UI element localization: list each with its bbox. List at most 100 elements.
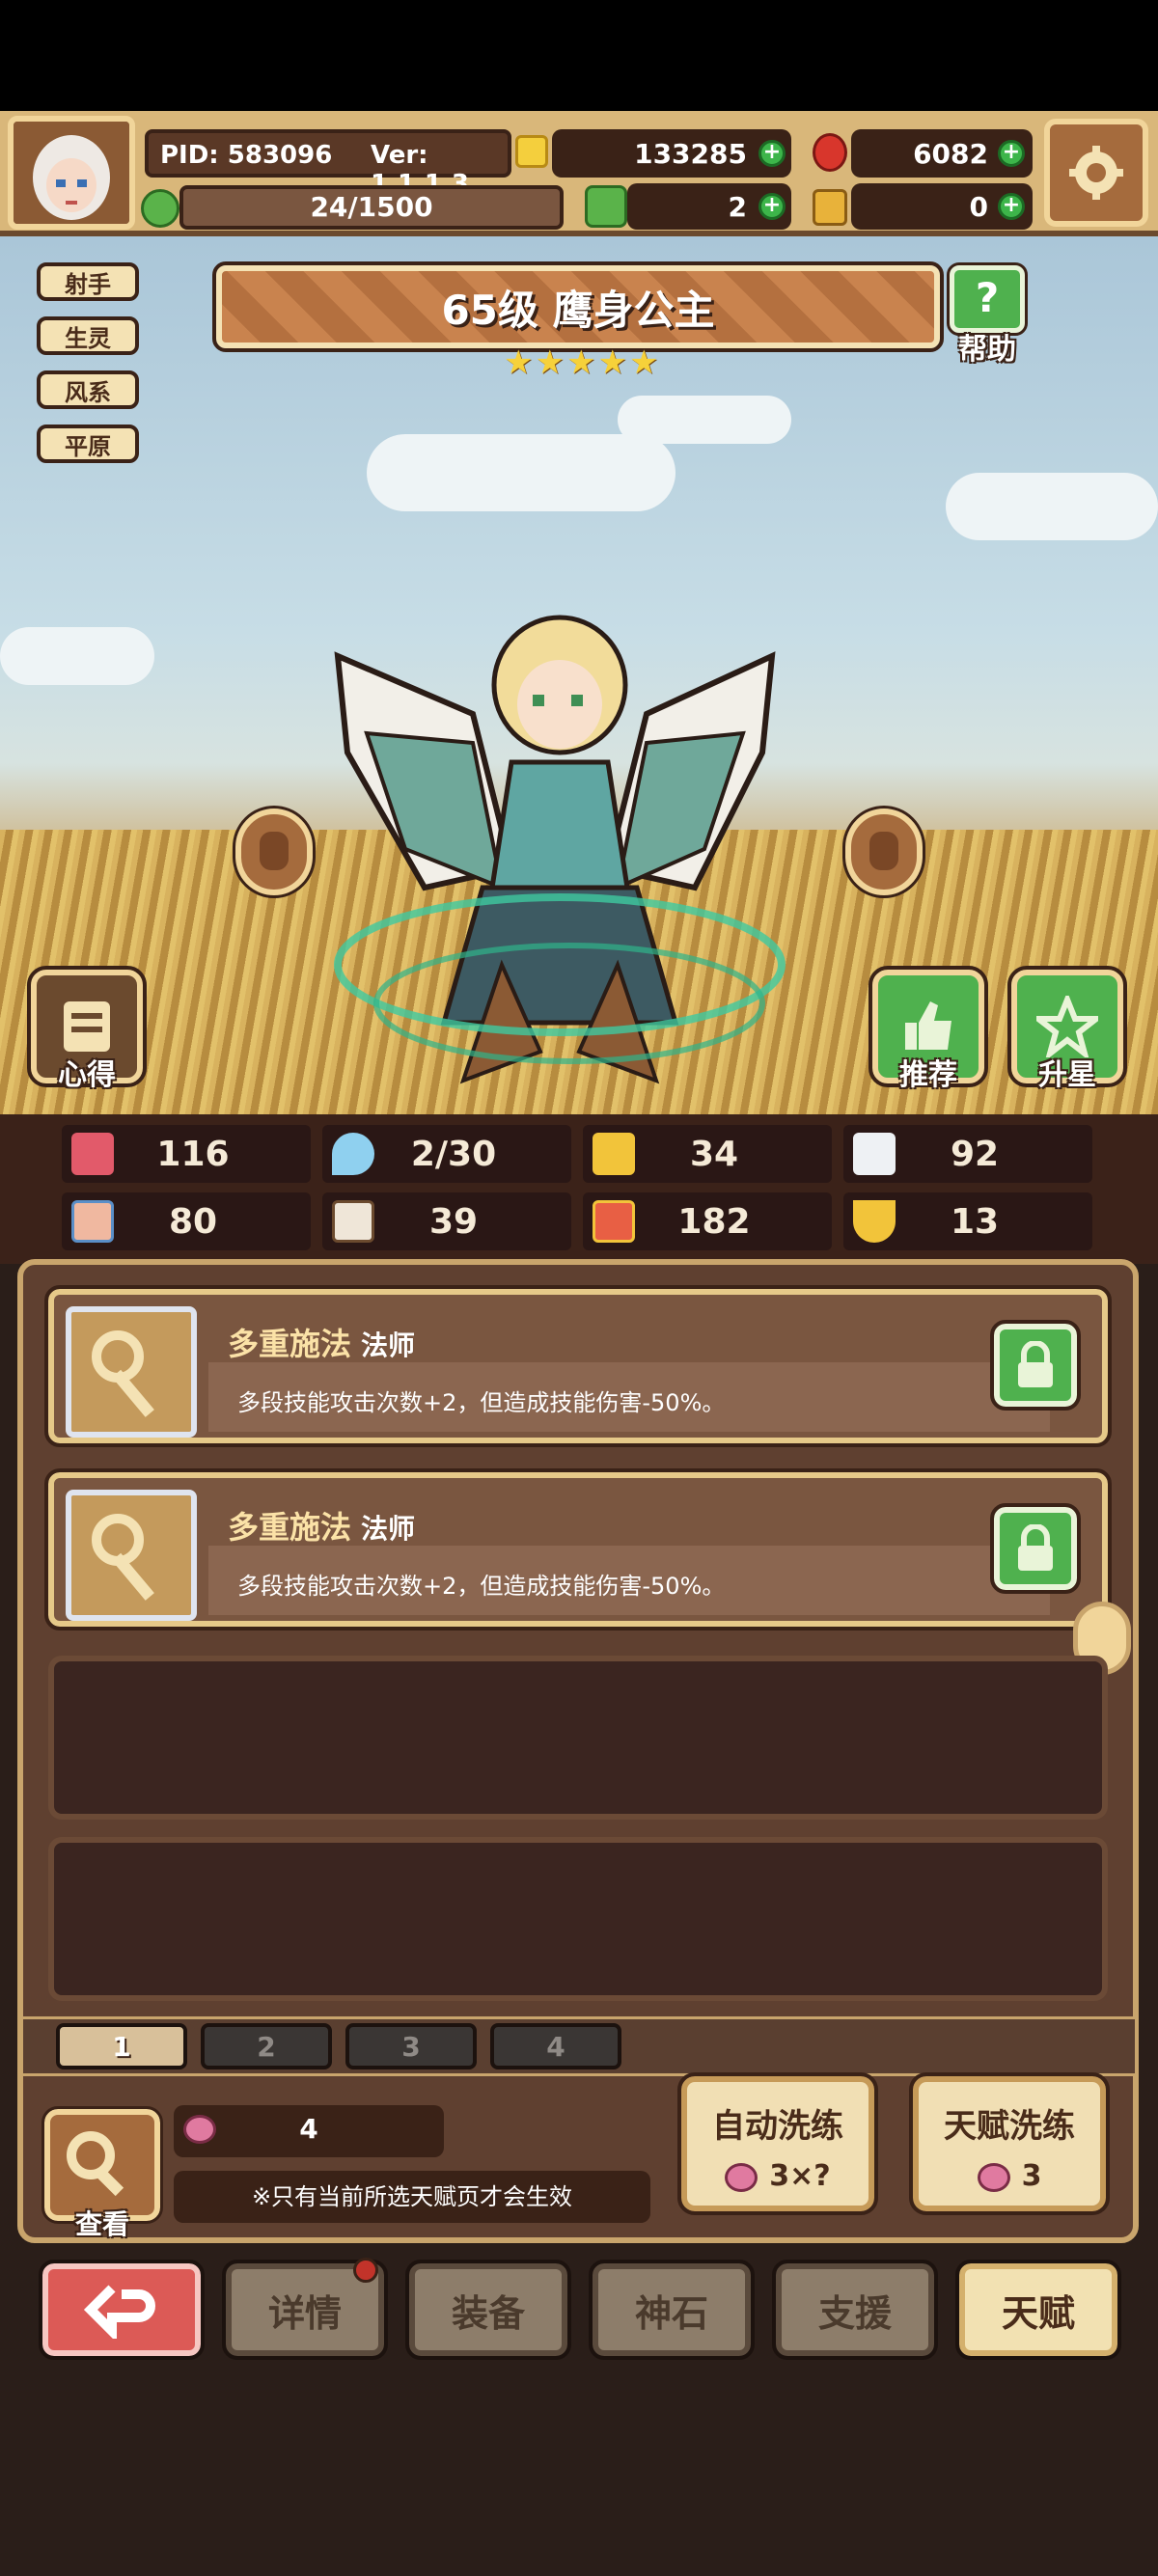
page-tab-2[interactable]: 2: [201, 2023, 332, 2069]
left-arrow-icon: [260, 832, 289, 870]
stat-defense: 34: [583, 1125, 832, 1183]
book-icon: [332, 1200, 374, 1243]
boot-icon: [593, 1200, 635, 1243]
nav-label: 神石: [634, 2291, 708, 2335]
talent-description: 多段技能攻击次数+2，但造成技能伤害-50%。: [237, 1389, 726, 1416]
key-icon: [813, 189, 847, 226]
tag-label: 风系: [65, 378, 111, 406]
talent-title: 多重施法 法师: [228, 1503, 415, 1548]
settings-button[interactable]: [1044, 119, 1148, 227]
stat-value: 182: [677, 1201, 751, 1242]
ruby-gem-icon: [813, 133, 847, 172]
stat-agility: 92: [843, 1125, 1092, 1183]
water-drop-icon: [332, 1133, 374, 1175]
stat-speed: 182: [583, 1192, 832, 1250]
tag-label: 生灵: [65, 324, 111, 352]
cloud: [367, 434, 676, 511]
tag-plains: 平原: [37, 425, 139, 463]
talent-refine-button[interactable]: 天赋洗练 3: [909, 2072, 1110, 2215]
add-clover-button[interactable]: +: [758, 193, 786, 220]
help-label: 帮助: [958, 333, 1016, 367]
talent-class: 法师: [361, 1329, 416, 1361]
star-icon: ★: [535, 343, 565, 382]
question-icon: ?: [947, 262, 1028, 336]
harpy-princess-sprite: [334, 615, 786, 1084]
lock-talent-button[interactable]: [990, 1503, 1081, 1594]
lock-icon: [1018, 1524, 1053, 1571]
back-arrow-icon: [83, 2285, 155, 2339]
cloud: [618, 396, 791, 444]
heart-icon: [71, 1133, 114, 1175]
shield-icon: [593, 1133, 635, 1175]
tag-creature: 生灵: [37, 316, 139, 355]
magic-staff-icon: [92, 1330, 154, 1417]
tag-wind: 风系: [37, 370, 139, 409]
prev-hero-button[interactable]: [233, 806, 316, 898]
peach-counter: 4: [174, 2105, 444, 2157]
nav-equip[interactable]: 装备: [405, 2260, 571, 2360]
talent-name: 多重施法: [228, 1509, 352, 1546]
page-tab-label: 3: [401, 2030, 421, 2063]
page-tab-label: 2: [257, 2030, 276, 2063]
talent-description: 多段技能攻击次数+2，但造成技能伤害-50%。: [237, 1573, 726, 1600]
stat-value: 2/30: [410, 1134, 497, 1174]
stat-value: 80: [168, 1201, 218, 1242]
stamina-value: 24/1500: [310, 191, 433, 223]
star-up-button[interactable]: 升星: [1007, 966, 1127, 1092]
add-key-button[interactable]: +: [998, 193, 1025, 220]
insight-label: 心得: [58, 1058, 116, 1092]
insight-button[interactable]: 心得: [27, 966, 147, 1092]
magnet-icon: [853, 1200, 896, 1243]
notification-dot: [353, 2258, 378, 2283]
clover-amount: 2: [728, 190, 747, 223]
gold-amount: 133285: [634, 137, 747, 170]
talent-slot-2[interactable]: 多重施法 法师 多段技能攻击次数+2，但造成技能伤害-50%。: [44, 1468, 1112, 1631]
recommend-button[interactable]: 推荐: [868, 966, 988, 1092]
page-tab-3[interactable]: 3: [345, 2023, 477, 2069]
lock-icon: [1018, 1341, 1053, 1387]
cloud: [946, 473, 1158, 540]
page-tab-1[interactable]: 1: [56, 2023, 187, 2069]
star-icon: ★: [504, 343, 534, 382]
stat-value: 13: [950, 1201, 1000, 1242]
talent-icon-frame: [66, 1306, 197, 1438]
nav-talent[interactable]: 天赋: [955, 2260, 1121, 2360]
talent-refine-label: 天赋洗练: [944, 2107, 1075, 2146]
recommend-label: 推荐: [899, 1058, 957, 1092]
pid-version-box: PID: 583096 Ver: 1.1.1.3: [145, 129, 511, 199]
page-tab-4[interactable]: 4: [490, 2023, 621, 2069]
nav-label: 天赋: [1001, 2291, 1075, 2335]
talent-refine-cost-value: 3: [1021, 2159, 1042, 2193]
stat-magic: 39: [322, 1192, 571, 1250]
add-gold-button[interactable]: +: [758, 140, 786, 167]
nav-stone[interactable]: 神石: [589, 2260, 755, 2360]
auto-refine-label: 自动洗练: [712, 2107, 843, 2146]
talent-slot-empty-4[interactable]: [48, 1837, 1108, 2001]
stat-luck: 13: [843, 1192, 1092, 1250]
lock-talent-button[interactable]: [990, 1320, 1081, 1411]
stat-hp: 116: [62, 1125, 311, 1183]
nav-label: 详情: [267, 2291, 342, 2335]
talent-slot-1[interactable]: 多重施法 法师 多段技能攻击次数+2，但造成技能伤害-50%。: [44, 1285, 1112, 1447]
talent-slot-empty-3[interactable]: [48, 1656, 1108, 1820]
nav-support[interactable]: 支援: [772, 2260, 938, 2360]
next-hero-button[interactable]: [842, 806, 925, 898]
talent-icon-frame: [66, 1490, 197, 1621]
gold-coin-icon: [515, 135, 548, 168]
right-arrow-icon: [869, 832, 898, 870]
gear-icon: [1069, 146, 1123, 200]
stat-value: 39: [428, 1201, 479, 1242]
add-gem-button[interactable]: +: [998, 140, 1025, 167]
auto-refine-button[interactable]: 自动洗练 3×?: [677, 2072, 878, 2215]
help-button[interactable]: ? 帮助: [944, 262, 1031, 367]
clover-icon: [585, 185, 627, 228]
page-tab-label: 4: [546, 2030, 565, 2063]
talent-class: 法师: [361, 1513, 416, 1545]
view-button[interactable]: 查看: [41, 2106, 163, 2240]
insight-icon: [64, 1001, 110, 1052]
player-avatar[interactable]: [8, 116, 135, 230]
back-button[interactable]: [39, 2260, 205, 2360]
avatar-portrait-icon: [14, 122, 129, 224]
tag-label: 射手: [65, 270, 111, 298]
notice-text: ※只有当前所选天赋页才会生效: [174, 2171, 650, 2223]
